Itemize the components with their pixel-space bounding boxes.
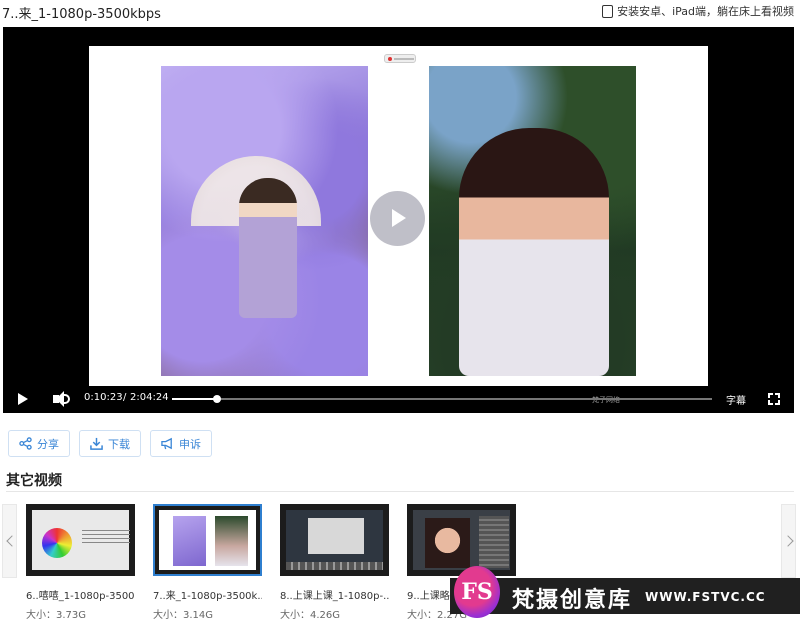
video-thumbnail[interactable] [407,504,516,576]
video-card-active[interactable]: 7..来_1-1080p-3500k... 大小：3.14G [153,504,262,620]
progress-fill [172,398,217,400]
video-card-size: 大小：3.73G [26,610,87,620]
video-card-name[interactable]: 7..来_1-1080p-3500k... [153,587,262,602]
megaphone-icon [161,437,172,450]
brand-logo: FS [454,566,500,618]
download-label: 下载 [108,437,130,451]
carousel-next-button[interactable] [781,504,796,578]
top-bar: 7..来_1-1080p-3500kbps 安装安卓、iPad端，躺在床上看视频 [0,0,800,24]
video-card[interactable]: 6..嘻嘻_1-1080p-3500... 大小：3.73G [26,504,135,620]
video-card-name[interactable]: 8..上课上课_1-1080p-... [280,587,389,602]
left-photo [161,66,368,376]
brand-watermark: FS 梵摄创意库 WWW.FSTVC.CC [450,566,800,618]
player-controls: 0:10:23 / 2:04:24 字幕 [3,385,794,413]
report-button[interactable]: 申诉 [150,430,212,457]
video-card[interactable]: 8..上课上课_1-1080p-... 大小：4.26G [280,504,389,620]
big-play-button[interactable] [370,191,425,246]
fullscreen-icon[interactable] [768,393,780,405]
share-label: 分享 [37,437,59,451]
video-card-name[interactable]: 6..嘻嘻_1-1080p-3500... [26,587,135,602]
action-bar: 分享 下载 申诉 [8,430,212,457]
progress-bar[interactable] [172,395,712,403]
video-title: 7..来_1-1080p-3500kbps [2,7,161,22]
play-icon[interactable] [17,392,29,406]
video-thumbnail[interactable] [26,504,135,576]
tablet-icon [602,4,614,18]
video-card-size: 大小：3.14G [153,610,214,620]
video-player[interactable]: 梵子网络 0:10:23 / 2:04:24 字幕 [3,27,794,413]
subtitle-button[interactable]: 字幕 [726,392,746,407]
duration: 2:04:24 [130,392,169,403]
share-icon [19,437,32,450]
video-thumbnail[interactable] [153,504,262,576]
share-button[interactable]: 分享 [8,430,70,457]
carousel-prev-button[interactable] [2,504,17,578]
other-videos-title: 其它视频 [6,473,62,489]
install-app-link[interactable]: 安装安卓、iPad端，躺在床上看视频 [602,3,794,19]
video-frame: 梵子网络 [89,46,708,404]
recording-badge [384,54,416,63]
progress-handle[interactable] [212,395,221,403]
brand-name: 梵摄创意库 [512,588,633,613]
report-label: 申诉 [179,437,201,451]
right-photo [429,66,636,376]
install-app-label: 安装安卓、iPad端，躺在床上看视频 [617,5,794,18]
volume-icon[interactable] [53,391,71,407]
right-figure [459,128,609,376]
download-icon [90,437,103,450]
video-card-size: 大小：4.26G [280,610,341,620]
brand-url: WWW.FSTVC.CC [645,590,766,604]
current-time: 0:10:23 [84,392,123,403]
video-thumbnail[interactable] [280,504,389,576]
download-button[interactable]: 下载 [79,430,141,457]
left-figure [239,178,297,318]
time-separator: / [123,392,127,403]
section-divider [6,491,794,492]
